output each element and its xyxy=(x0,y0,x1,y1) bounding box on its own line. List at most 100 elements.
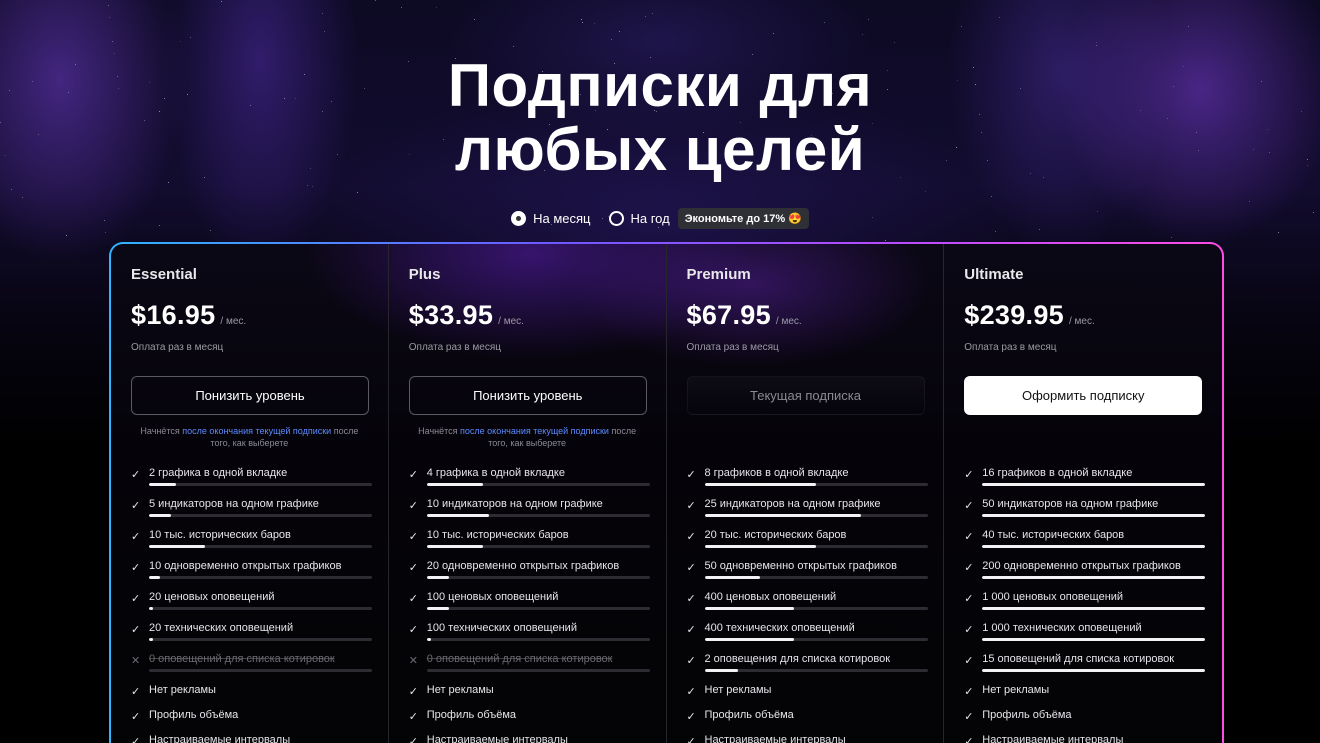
feature-item: ✓ 1 000 ценовых оповещений xyxy=(964,591,1206,622)
star xyxy=(221,1,222,2)
feature-text: 0 оповещений для списка котировок xyxy=(149,653,335,665)
yearly-radio-icon[interactable] xyxy=(608,211,624,226)
check-icon: ✓ xyxy=(408,469,418,481)
feature-text: 50 индикаторов на одном графике xyxy=(982,498,1159,510)
feature-level-fill xyxy=(426,576,450,579)
star xyxy=(824,22,825,23)
feature-level-fill xyxy=(704,545,816,548)
star xyxy=(594,23,595,24)
feature-level-bar xyxy=(982,576,1206,579)
plan-name: Essential xyxy=(131,266,197,283)
price-period: / мес. xyxy=(498,316,524,327)
feature-item: ✓ Настраиваемые интервалы xyxy=(409,734,646,743)
feature-level-bar xyxy=(149,638,372,641)
feature-level-fill xyxy=(704,638,794,641)
feature-level-fill xyxy=(704,669,738,672)
check-icon: ✓ xyxy=(964,655,974,667)
check-icon: ✓ xyxy=(408,593,418,605)
feature-level-bar xyxy=(982,514,1206,517)
feature-item: ✓ 25 индикаторов на одном графике xyxy=(687,498,928,529)
check-icon: ✓ xyxy=(131,531,141,543)
feature-level-fill xyxy=(149,638,154,641)
feature-item: ✓ 100 ценовых оповещений xyxy=(408,591,650,622)
feature-level-fill xyxy=(982,607,1206,610)
feature-level-bar xyxy=(704,638,928,641)
feature-level-bar xyxy=(149,669,372,672)
check-icon: ✓ xyxy=(686,624,696,636)
feature-item: ✓ 16 графиков в одной вкладке xyxy=(964,467,1206,498)
feature-level-fill xyxy=(704,576,761,579)
star xyxy=(582,22,583,23)
feature-text: 2 оповещения для списка котировок xyxy=(704,653,891,665)
pricing-panel: Essential $16.95 / мес. Оплата раз в мес… xyxy=(109,242,1224,743)
downgrade-button[interactable]: Понизить уровень xyxy=(131,376,369,415)
check-icon: ✓ xyxy=(964,593,974,605)
price-period: / мес. xyxy=(220,316,247,327)
star xyxy=(11,189,12,190)
check-icon: ✓ xyxy=(408,500,418,512)
feature-item: ✓ 4 графика в одной вкладке xyxy=(408,467,650,498)
feature-text: 10 тыс. исторических баров xyxy=(426,529,569,541)
star xyxy=(307,185,308,186)
feature-level-bar xyxy=(704,607,928,610)
feature-level-bar xyxy=(426,545,650,548)
check-icon: ✓ xyxy=(964,562,974,574)
feature-list: ✓ 8 графиков в одной вкладке ✓ 25 индика… xyxy=(686,467,928,743)
feature-text: 5 индикаторов на одном графике xyxy=(149,498,319,510)
check-icon: ✓ xyxy=(964,686,974,698)
monthly-radio-icon[interactable] xyxy=(511,211,527,226)
page-title-line-2: любых целей xyxy=(454,116,866,183)
star xyxy=(190,37,191,38)
check-icon: ✓ xyxy=(131,500,141,512)
note-spacer xyxy=(964,425,1202,455)
feature-item: ✓ Нет рекламы xyxy=(687,684,924,709)
billing-yearly-option[interactable]: На год xyxy=(608,211,670,226)
star xyxy=(1278,232,1279,233)
feature-level-fill xyxy=(426,607,450,610)
note-link[interactable]: после окончания текущей подписки xyxy=(182,426,331,436)
subscribe-button[interactable]: Оформить подписку xyxy=(964,376,1203,415)
feature-text: Настраиваемые интервалы xyxy=(149,734,291,743)
billing-monthly-option[interactable]: На месяц xyxy=(511,211,591,226)
star xyxy=(1249,201,1250,202)
price-row: $239.95 / мес. xyxy=(964,300,1202,334)
feature-level-bar xyxy=(149,576,372,579)
plan-card-ultimate: Ultimate $239.95 / мес. Оплата раз в мес… xyxy=(944,244,1222,743)
feature-item: ✓ Нет рекламы xyxy=(409,684,646,709)
star xyxy=(619,31,620,32)
star xyxy=(474,19,475,20)
check-icon: ✓ xyxy=(964,469,974,481)
feature-level-bar xyxy=(704,514,928,517)
plan-name: Ultimate xyxy=(964,266,1024,283)
feature-level-bar xyxy=(982,545,1206,548)
check-icon: ✓ xyxy=(686,686,696,698)
feature-level-bar xyxy=(982,638,1206,641)
feature-item: ✓ 20 одновременно открытых графиков xyxy=(409,560,650,591)
feature-level-bar xyxy=(982,483,1206,486)
feature-text: 50 одновременно открытых графиков xyxy=(704,560,897,572)
star xyxy=(1039,229,1040,230)
feature-level-fill xyxy=(149,483,176,486)
check-icon: ✓ xyxy=(964,736,974,743)
feature-level-fill xyxy=(149,545,205,548)
feature-level-fill xyxy=(149,576,161,579)
feature-item: ✓ 40 тыс. исторических баров xyxy=(964,529,1206,560)
feature-level-bar xyxy=(426,514,650,517)
feature-level-fill xyxy=(982,545,1206,548)
feature-level-fill xyxy=(704,514,861,517)
feature-level-bar xyxy=(704,483,928,486)
downgrade-button[interactable]: Понизить уровень xyxy=(408,376,647,415)
star xyxy=(375,0,376,1)
check-icon: ✓ xyxy=(964,624,974,636)
feature-item: ✕ 0 оповещений для списка котировок xyxy=(409,653,650,684)
feature-level-bar xyxy=(149,607,372,610)
feature-text: 2 графика в одной вкладке xyxy=(149,467,288,479)
feature-item: ✓ 20 ценовых оповещений xyxy=(131,591,372,622)
feature-item: ✓ 10 индикаторов на одном графике xyxy=(408,498,650,529)
plan-price: $67.95 xyxy=(686,300,771,330)
star xyxy=(645,16,646,17)
plan-price: $16.95 xyxy=(131,300,216,330)
feature-level-bar xyxy=(704,545,928,548)
billing-note: Оплата раз в месяц xyxy=(408,342,501,353)
note-link[interactable]: после окончания текущей подписки xyxy=(460,426,609,436)
